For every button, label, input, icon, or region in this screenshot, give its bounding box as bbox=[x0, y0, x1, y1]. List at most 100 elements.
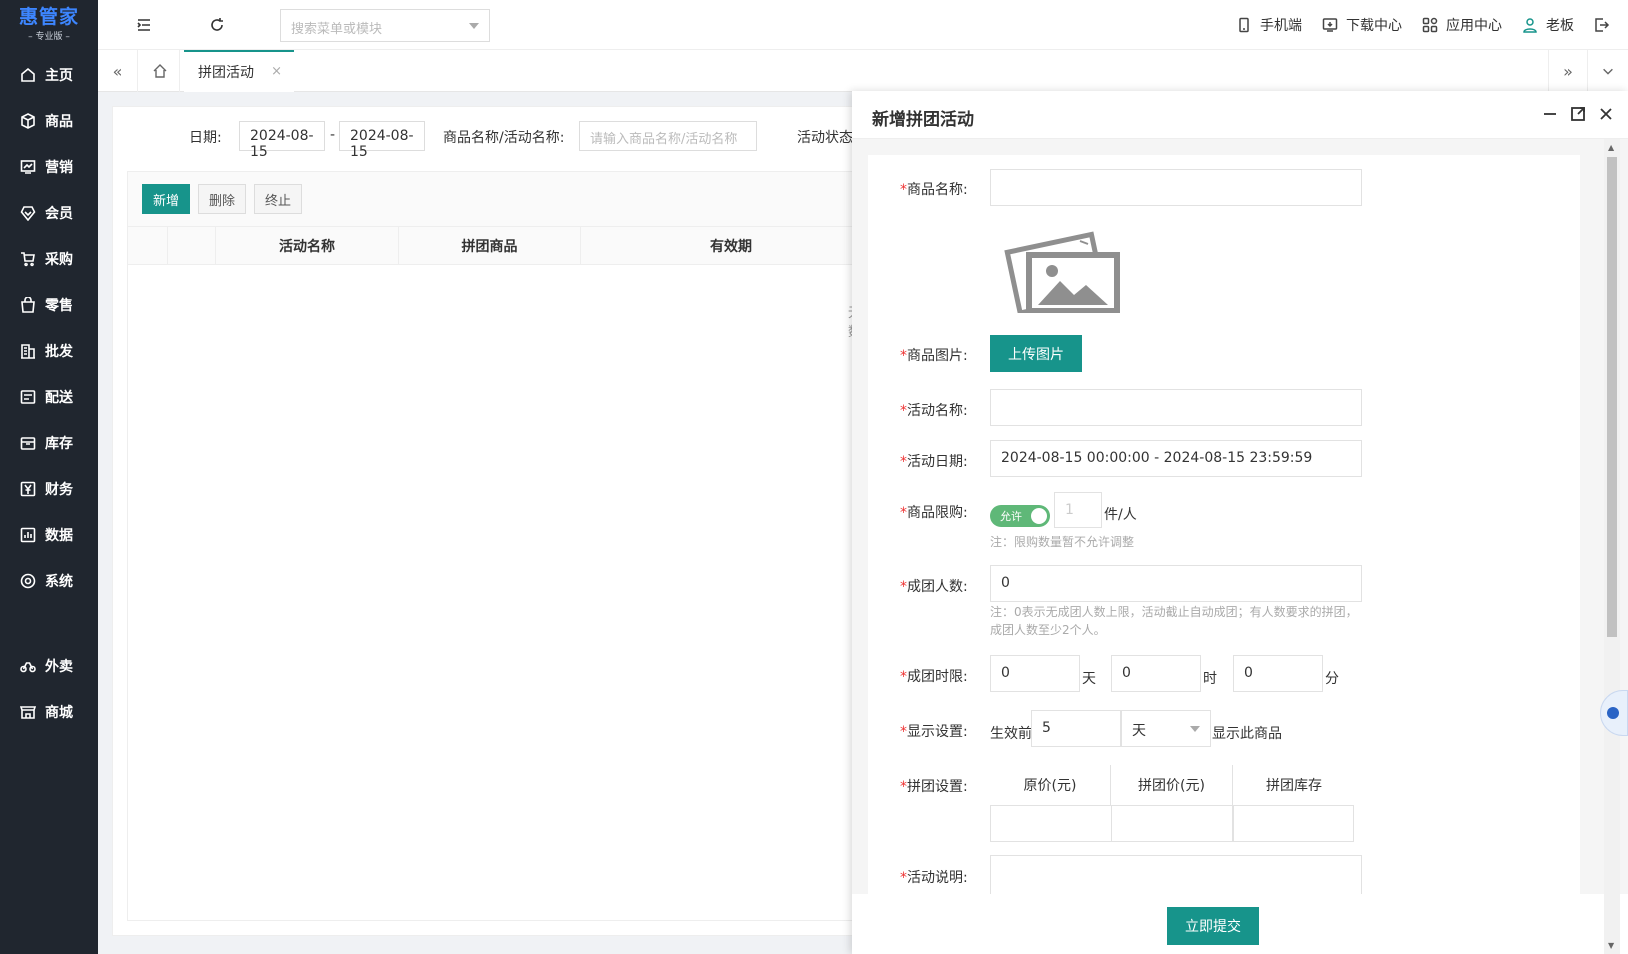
double-chevron-right-icon: » bbox=[1563, 61, 1573, 81]
tab-label: 拼团活动 bbox=[198, 65, 254, 81]
sidebar-item-member[interactable]: 会员 bbox=[0, 196, 98, 230]
mobile-link[interactable]: 手机端 bbox=[1236, 15, 1302, 35]
maximize-icon[interactable] bbox=[1570, 106, 1586, 122]
delete-button[interactable]: 删除 bbox=[198, 184, 247, 214]
product-image-label: *商品图片: bbox=[900, 348, 968, 364]
column-header[interactable]: 有效期 bbox=[581, 227, 881, 265]
display-prefix: 生效前 bbox=[990, 726, 1032, 742]
search-input[interactable]: 搜索菜单或模块 bbox=[280, 9, 490, 42]
sidebar-item-inventory[interactable]: 库存 bbox=[0, 426, 98, 460]
name-label: 商品名称/活动名称: bbox=[443, 130, 565, 146]
building-icon bbox=[21, 344, 35, 359]
chart-icon bbox=[20, 160, 36, 174]
menu-fold-icon[interactable] bbox=[136, 17, 152, 33]
sidebar-item-marketing[interactable]: 营销 bbox=[0, 150, 98, 184]
activity-table: 新增 删除 终止 活动名称 拼团商品 有效期 无数 bbox=[127, 171, 861, 921]
panel-footer: 立即提交 bbox=[852, 894, 1628, 954]
minimize-icon[interactable] bbox=[1542, 106, 1558, 122]
user-name: 老板 bbox=[1546, 18, 1574, 34]
add-button[interactable]: 新增 bbox=[142, 184, 191, 214]
user-menu[interactable]: 老板 bbox=[1522, 15, 1574, 35]
activity-name-label: *活动名称: bbox=[900, 403, 968, 419]
sidebar-item-label: 财务 bbox=[45, 482, 73, 498]
mobile-icon bbox=[1239, 17, 1249, 33]
download-center-link[interactable]: 下载中心 bbox=[1322, 15, 1402, 35]
date-end-input[interactable]: 2024-08-15 bbox=[339, 121, 425, 160]
checkbox-column[interactable] bbox=[128, 227, 168, 265]
top-right-links: 手机端 下载中心 应用中心 老板 bbox=[1216, 0, 1618, 50]
stop-button[interactable]: 终止 bbox=[254, 184, 303, 214]
sidebar-item-label: 系统 bbox=[45, 574, 73, 590]
column-header[interactable]: 拼团商品 bbox=[399, 227, 581, 265]
app-center-link[interactable]: 应用中心 bbox=[1422, 15, 1502, 35]
sidebar-item-system[interactable]: 系统 bbox=[0, 564, 98, 598]
panel-form: *商品名称: *商品图片: 上传图片 *活动名称: *活动日期: 2024-08… bbox=[868, 155, 1580, 895]
activity-date-input[interactable]: 2024-08-15 00:00:00 - 2024-08-15 23:59:5… bbox=[990, 440, 1362, 477]
product-name-input[interactable] bbox=[990, 169, 1362, 206]
assistant-icon bbox=[1607, 707, 1619, 719]
grid-header-original-price: 原价(元) bbox=[990, 765, 1111, 805]
submit-button[interactable]: 立即提交 bbox=[1167, 907, 1259, 945]
sidebar-item-home[interactable]: 主页 bbox=[0, 58, 98, 92]
group-price-input[interactable] bbox=[1111, 805, 1233, 842]
panel-header: 新增拼团活动 bbox=[852, 91, 1628, 139]
sidebar-item-wholesale[interactable]: 批发 bbox=[0, 334, 98, 368]
scroll-down-icon[interactable]: ▼ bbox=[1608, 941, 1614, 950]
sidebar-item-takeout[interactable]: 外卖 bbox=[0, 649, 98, 683]
table-header: 活动名称 拼团商品 有效期 bbox=[128, 227, 858, 265]
bike-icon bbox=[20, 662, 36, 673]
scroll-thumb[interactable] bbox=[1607, 157, 1617, 637]
original-price-input[interactable] bbox=[990, 805, 1112, 842]
tab-group-buy[interactable]: 拼团活动 × bbox=[184, 50, 294, 92]
name-search-input[interactable]: 请输入商品名称/活动名称 bbox=[579, 121, 757, 151]
apps-link-label: 应用中心 bbox=[1446, 18, 1502, 34]
logout-button[interactable] bbox=[1594, 17, 1618, 33]
tab-scroll-left-button[interactable]: « bbox=[98, 50, 138, 92]
tab-scroll-right-button[interactable]: » bbox=[1548, 50, 1588, 92]
sidebar-item-retail[interactable]: 零售 bbox=[0, 288, 98, 322]
description-label: *活动说明: bbox=[900, 870, 968, 886]
date-start-input[interactable]: 2024-08-15 bbox=[239, 121, 325, 160]
brand-logo[interactable]: 惠管家 – 专业版 – bbox=[0, 0, 98, 48]
topbar: 搜索菜单或模块 手机端 下载中心 应用中心 老板 bbox=[98, 0, 1628, 50]
refresh-icon[interactable] bbox=[209, 17, 225, 33]
date-separator: - bbox=[330, 127, 336, 143]
upload-image-button[interactable]: 上传图片 bbox=[990, 335, 1082, 372]
logout-icon bbox=[1595, 18, 1610, 32]
close-icon[interactable] bbox=[1598, 106, 1614, 122]
tab-menu-button[interactable] bbox=[1588, 50, 1628, 92]
minutes-input[interactable]: 0 bbox=[1233, 655, 1323, 692]
grid-header-group-stock: 拼团库存 bbox=[1266, 778, 1322, 794]
days-input[interactable]: 0 bbox=[990, 655, 1080, 692]
yen-icon bbox=[20, 481, 36, 497]
tab-home[interactable] bbox=[140, 50, 180, 92]
group-size-input[interactable]: 0 bbox=[990, 565, 1362, 602]
toggle-label: 允许 bbox=[1000, 510, 1022, 523]
display-days-input[interactable]: 5 bbox=[1031, 710, 1121, 747]
chevron-down-icon bbox=[469, 23, 479, 29]
filter-bar: 日期: 2024-08-15 - 2024-08-15 商品名称/活动名称: 请… bbox=[113, 107, 873, 165]
close-icon[interactable]: × bbox=[271, 64, 282, 79]
hours-input[interactable]: 0 bbox=[1111, 655, 1201, 692]
display-unit-select[interactable]: 天 bbox=[1121, 710, 1211, 747]
limit-quantity-input[interactable]: 1 bbox=[1054, 492, 1102, 528]
panel-scrollbar[interactable]: ▲ ▼ bbox=[1604, 139, 1620, 954]
hours-unit: 时 bbox=[1203, 671, 1217, 687]
description-input[interactable] bbox=[990, 855, 1362, 895]
scroll-up-icon[interactable]: ▲ bbox=[1608, 143, 1614, 152]
sidebar-item-product[interactable]: 商品 bbox=[0, 104, 98, 138]
sidebar-item-finance[interactable]: 财务 bbox=[0, 472, 98, 506]
sidebar-item-data[interactable]: 数据 bbox=[0, 518, 98, 552]
limit-unit: 件/人 bbox=[1104, 507, 1137, 523]
group-stock-input[interactable] bbox=[1233, 805, 1354, 842]
minutes-unit: 分 bbox=[1325, 671, 1339, 687]
column-header[interactable]: 活动名称 bbox=[216, 227, 399, 265]
limit-toggle[interactable]: 允许 bbox=[990, 505, 1050, 527]
sidebar-item-mall[interactable]: 商城 bbox=[0, 695, 98, 729]
sidebar-item-delivery[interactable]: 配送 bbox=[0, 380, 98, 414]
sidebar-item-label: 商品 bbox=[45, 114, 73, 130]
activity-name-input[interactable] bbox=[990, 389, 1362, 426]
date-label: 日期: bbox=[189, 130, 222, 146]
sidebar-item-purchase[interactable]: 采购 bbox=[0, 242, 98, 276]
grid-header-group-price: 拼团价(元) bbox=[1111, 765, 1233, 805]
